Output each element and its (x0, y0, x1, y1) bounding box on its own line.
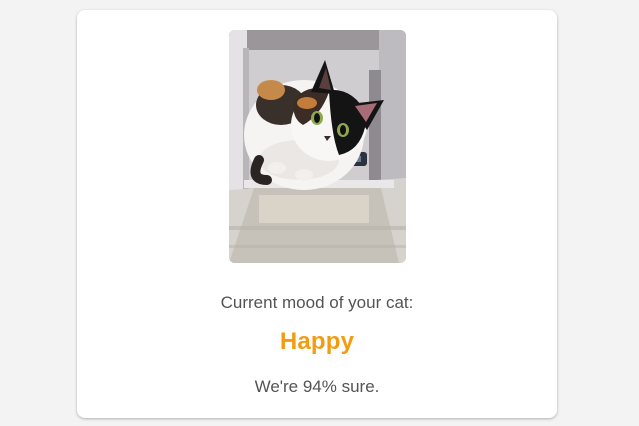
cat-photo-image (229, 30, 406, 263)
mood-value: Happy (279, 328, 355, 355)
result-card: Current mood of your cat: Happy We're 94… (77, 10, 557, 418)
mood-label: Current mood of your cat: (220, 293, 414, 312)
cat-photo (229, 30, 406, 263)
confidence-text: We're 94% sure. (254, 377, 380, 396)
